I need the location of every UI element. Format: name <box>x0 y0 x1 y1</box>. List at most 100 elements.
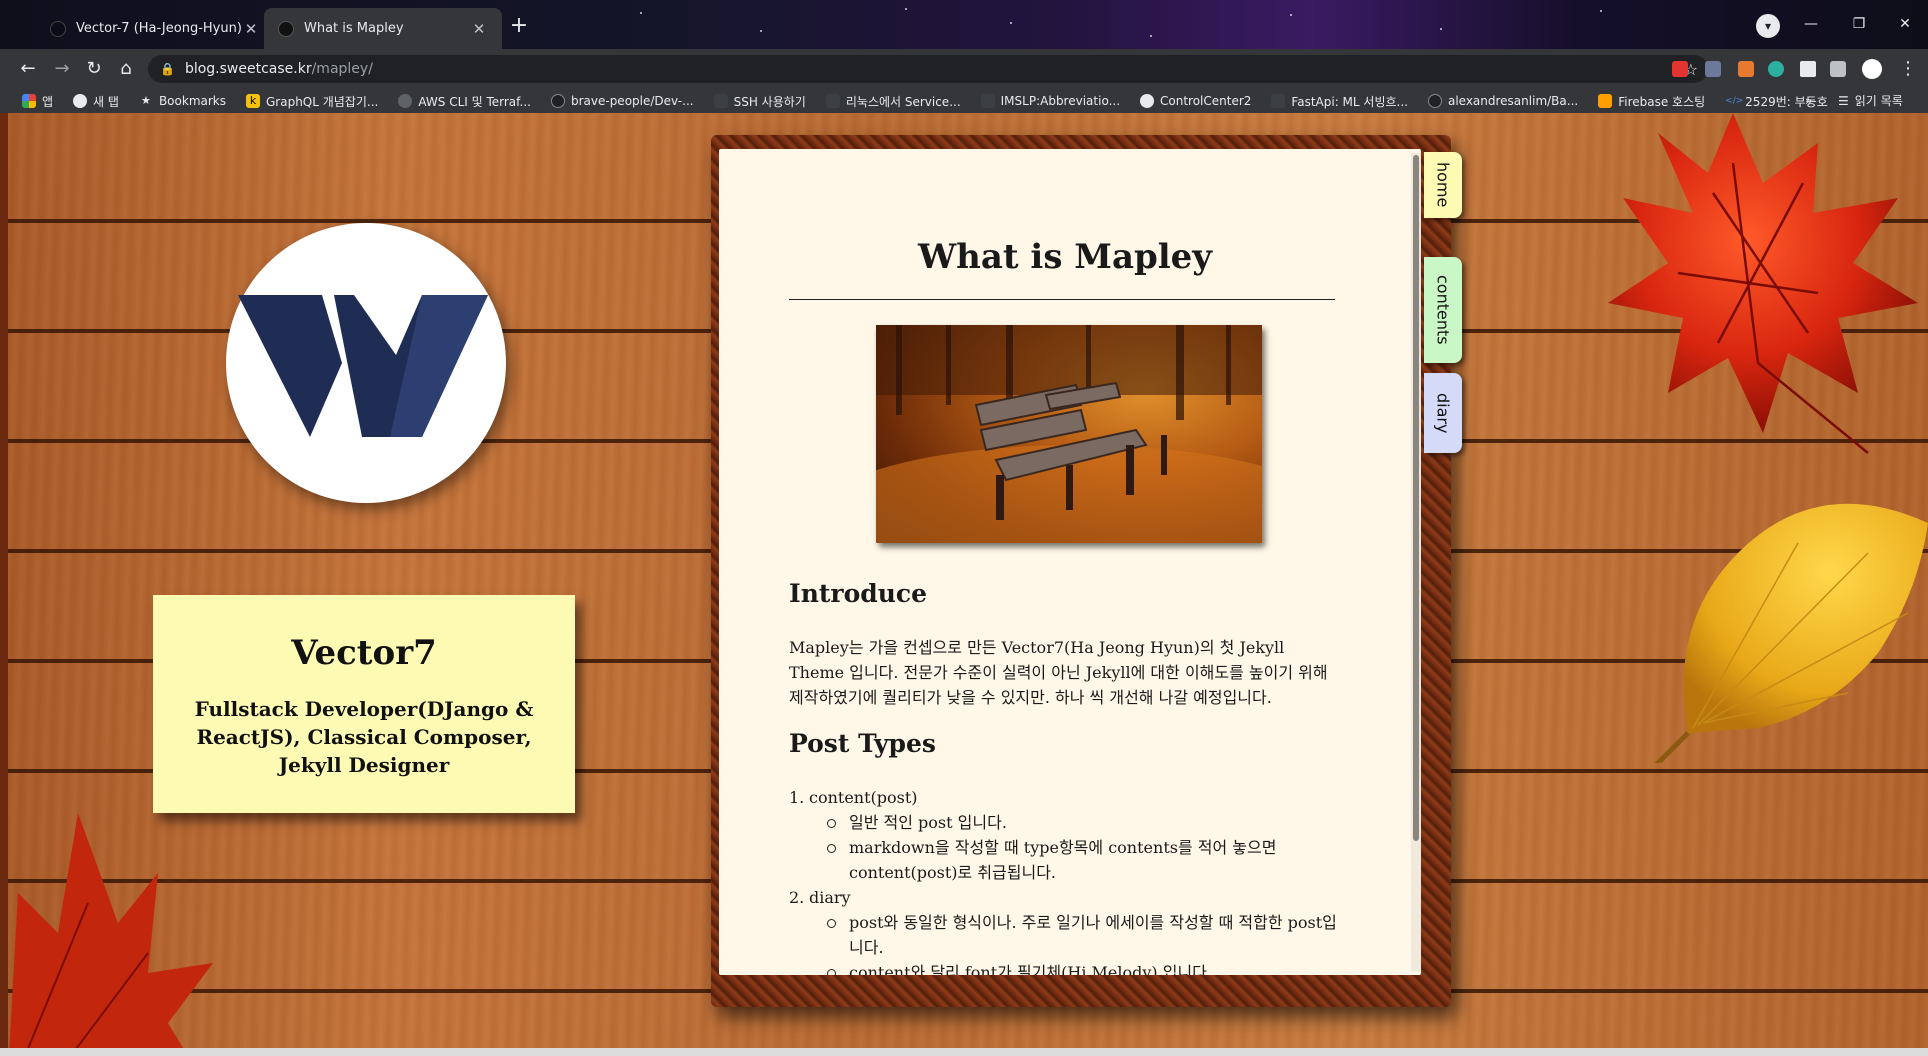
reload-icon[interactable]: ↻ <box>80 55 108 83</box>
sub-list-item: markdown을 작성할 때 type항목에 contents를 적어 놓으면… <box>789 835 1337 885</box>
bookmark-fastapi[interactable]: FastApi: ML 서빙흐... <box>1271 93 1408 110</box>
nav-tab-diary[interactable]: diary <box>1424 373 1462 453</box>
list-item-label: content(post) <box>809 788 918 807</box>
browser-toolbar: ← → ↻ ⌂ 🔒 blog.sweetcase.kr/mapley/ ☆ ⋮ <box>0 49 1928 89</box>
bookmark-label: 2529번: 부등호 <box>1745 94 1828 109</box>
bookmark-folder-bookmarks[interactable]: ★ Bookmarks <box>139 94 226 108</box>
bookmarks-bar: 앱 새 탭 ★ Bookmarks k GraphQL 개념잡기... AWS … <box>0 89 1928 113</box>
page-icon <box>1271 94 1286 108</box>
address-bar[interactable]: 🔒 blog.sweetcase.kr/mapley/ ☆ <box>148 55 1708 83</box>
page-icon <box>980 94 995 108</box>
star-icon: ★ <box>141 94 151 107</box>
github-icon <box>550 94 565 108</box>
code-icon: </> <box>1725 96 1744 106</box>
bookmark-label: Firebase 호스팅 <box>1618 94 1706 109</box>
bookmark-label: 리눅스에서 Service... <box>845 94 961 109</box>
pdf-extension-icon[interactable] <box>1672 61 1688 77</box>
list-item: 2. diary <box>789 885 1337 910</box>
ox-extension-icon[interactable] <box>1738 61 1754 77</box>
k-icon: k <box>246 94 260 108</box>
profile-card: Vector7 Fullstack Developer(DJango & Rea… <box>153 595 575 813</box>
nav-tab-home[interactable]: home <box>1424 152 1462 218</box>
blog-page: Vector7 Fullstack Developer(DJango & Rea… <box>8 113 1928 1048</box>
page-icon <box>825 94 840 108</box>
post-frame: What is Mapley Introduce Mapley는 가을 컨셉으로… <box>711 135 1451 1007</box>
github-icon <box>1427 94 1442 108</box>
bookmark-label: 새 탭 <box>93 94 119 109</box>
reading-list-label: 읽기 목록 <box>1854 94 1903 108</box>
bookmark-boj-2529[interactable]: </> 2529번: 부등호 <box>1725 93 1828 110</box>
intro-paragraph: Mapley는 가을 컨셉으로 만든 Vector7(Ha Jeong Hyun… <box>789 638 1328 707</box>
list-number: 1. <box>789 788 805 807</box>
close-icon[interactable]: ✕ <box>242 20 260 38</box>
v7-logo-icon <box>238 295 488 437</box>
lock-icon: 🔒 <box>160 62 175 76</box>
minimize-icon[interactable]: — <box>1788 10 1834 38</box>
taskbar-strip <box>0 1048 1928 1056</box>
bookmark-imslp[interactable]: IMSLP:Abbreviatio... <box>980 94 1121 108</box>
post-scrollbar-thumb[interactable] <box>1413 155 1419 841</box>
bookmark-linux-service[interactable]: 리눅스에서 Service... <box>825 93 961 110</box>
site-logo[interactable] <box>226 223 506 503</box>
bookmarks-overflow-button[interactable]: » <box>1805 89 1812 113</box>
ginkgo-leaf-icon <box>1654 503 1928 763</box>
bookmark-aws-cli[interactable]: AWS CLI 및 Terraf... <box>398 93 531 110</box>
bookmark-firebase[interactable]: Firebase 호스팅 <box>1598 93 1705 110</box>
tab-search-icon[interactable]: ▾ <box>1756 14 1780 38</box>
tab-favicon-icon <box>50 20 66 37</box>
back-icon[interactable]: ← <box>14 55 42 83</box>
dropbox-extension-icon[interactable] <box>1705 61 1721 77</box>
bookmark-ssh[interactable]: SSH 사용하기 <box>713 93 806 110</box>
bookmark-label: brave-people/Dev-... <box>570 94 694 108</box>
bookmark-label: FastApi: ML 서빙흐... <box>1291 94 1408 109</box>
page-icon <box>713 94 728 108</box>
page-left-edge <box>0 113 8 1048</box>
sub-list-item: content와 달리 font가 필기체(Hi Melody) 입니다. <box>789 960 1337 975</box>
extensions-puzzle-icon[interactable] <box>1800 61 1816 77</box>
window-close-icon[interactable]: ✕ <box>1882 10 1928 38</box>
profile-avatar[interactable] <box>1862 59 1882 79</box>
bookmark-brave-people[interactable]: brave-people/Dev-... <box>550 94 694 108</box>
tab-strip: Vector-7 (Ha-Jeong-Hyun) ✕ What is Maple… <box>0 0 1928 49</box>
reading-list-button[interactable]: ☰ 읽기 목록 <box>1838 89 1903 113</box>
intro-heading: Introduce <box>789 579 928 608</box>
bookmark-apps[interactable]: 앱 <box>22 93 53 110</box>
title-divider <box>789 299 1335 300</box>
globe-icon <box>398 94 413 108</box>
dns-extension-icon[interactable] <box>1768 61 1784 77</box>
media-queue-icon[interactable] <box>1830 61 1846 77</box>
bookmark-label: GraphQL 개념잡기... <box>266 94 379 109</box>
tab-title: What is Mapley <box>304 21 404 36</box>
browser-tab-vector7[interactable]: Vector-7 (Ha-Jeong-Hyun) ✕ <box>36 8 274 49</box>
post-types-heading: Post Types <box>789 729 936 758</box>
new-tab-button[interactable]: + <box>505 13 533 41</box>
browser-tab-mapley[interactable]: What is Mapley ✕ <box>264 8 502 49</box>
bookmark-label: IMSLP:Abbreviatio... <box>1000 94 1121 108</box>
url-path: /mapley/ <box>311 61 373 77</box>
home-icon[interactable]: ⌂ <box>112 55 140 83</box>
bookmark-controlcenter2[interactable]: ControlCenter2 <box>1140 94 1251 108</box>
nav-tab-contents[interactable]: contents <box>1424 257 1462 363</box>
autumn-bench-photo <box>876 325 1262 543</box>
bookmark-label: Bookmarks <box>158 94 226 108</box>
bookmark-label: 앱 <box>42 94 54 109</box>
close-icon[interactable]: ✕ <box>470 20 488 38</box>
bookmark-graphql[interactable]: k GraphQL 개념잡기... <box>246 93 378 110</box>
bookmark-new-tab[interactable]: 새 탭 <box>73 93 119 110</box>
bookmark-label: alexandresanlim/Ba... <box>1447 94 1579 108</box>
bookmark-label: ControlCenter2 <box>1160 94 1252 108</box>
globe-icon <box>73 94 88 108</box>
bookmark-label: AWS CLI 및 Terraf... <box>418 94 531 109</box>
reading-list-icon: ☰ <box>1838 94 1849 108</box>
profile-name: Vector7 <box>291 633 437 673</box>
bookmark-label: SSH 사용하기 <box>733 94 806 109</box>
sub-list-item: post와 동일한 형식이나. 주로 일기나 에세이를 작성할 때 적합한 po… <box>789 910 1337 960</box>
forward-icon[interactable]: → <box>48 55 76 83</box>
bookmark-alexandresanlim[interactable]: alexandresanlim/Ba... <box>1427 94 1579 108</box>
tab-title: Vector-7 (Ha-Jeong-Hyun) <box>76 21 242 36</box>
menu-kebab-icon[interactable]: ⋮ <box>1894 55 1922 83</box>
restore-icon[interactable]: ❐ <box>1836 10 1882 38</box>
post-title: What is Mapley <box>917 237 1213 277</box>
tab-favicon-icon <box>278 20 294 37</box>
list-item: 1. content(post) <box>789 785 1337 810</box>
